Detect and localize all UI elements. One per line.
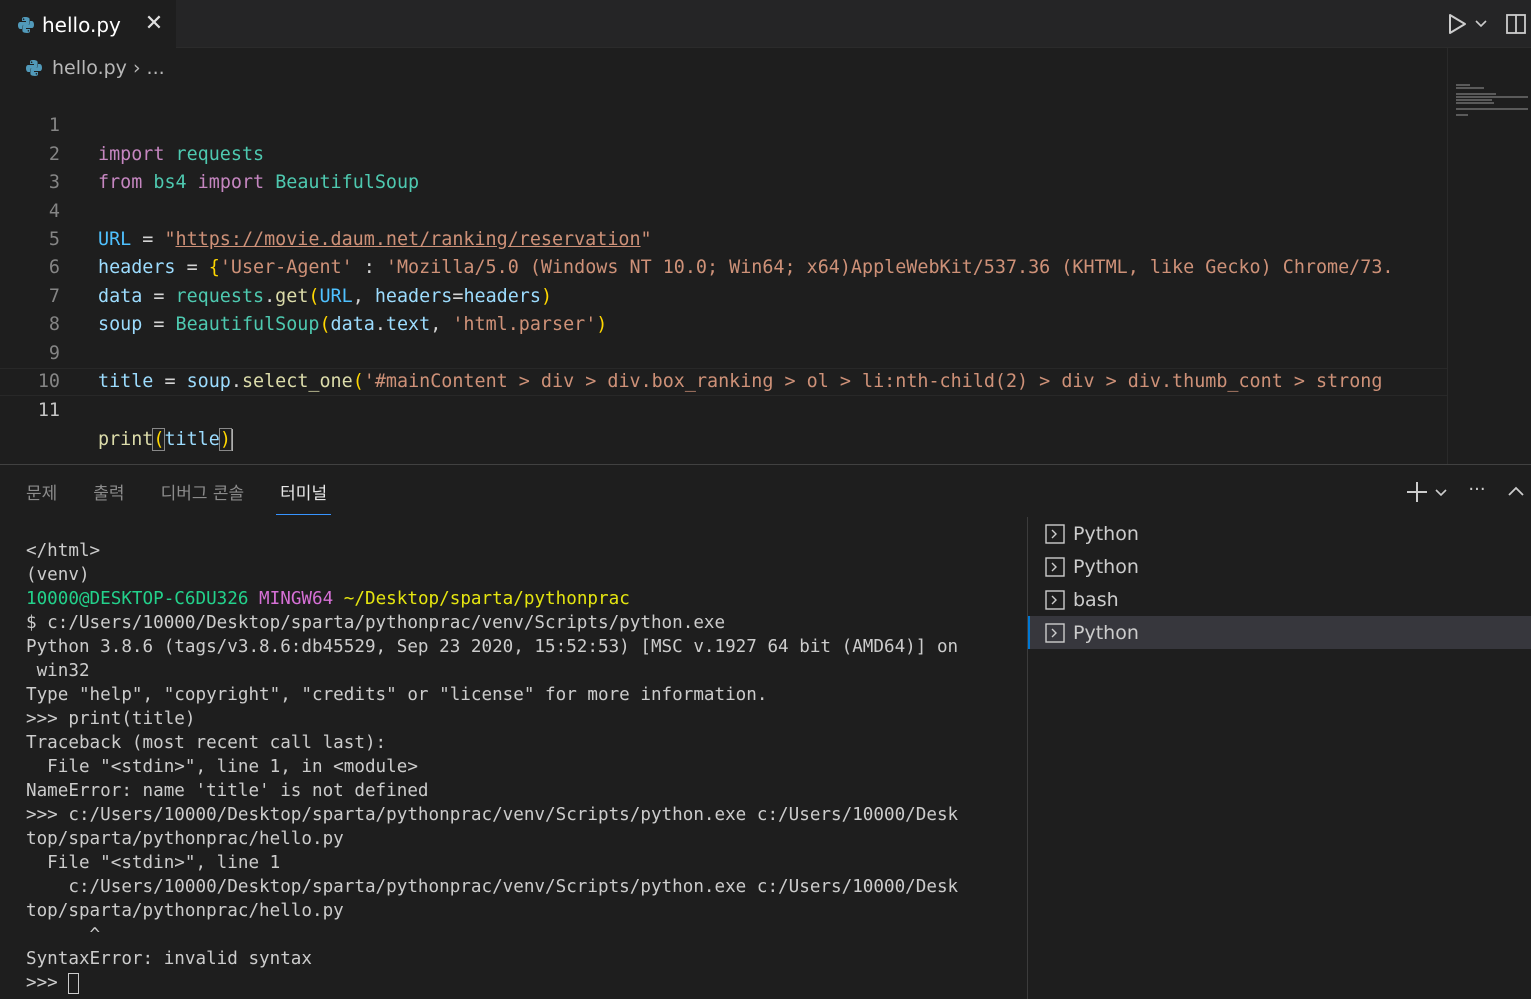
minimap-line [1456,84,1470,86]
terminal-line: win32 [26,661,90,681]
terminal-prompt-line: 10000@DESKTOP-C6DU326 MINGW64 ~/Desktop/… [26,587,1026,611]
code-line-current: 11 print(title) [0,368,1447,451]
function-name: print [98,428,154,450]
terminal-list-item[interactable]: Python [1028,550,1531,583]
chevron-down-icon[interactable] [1472,14,1490,34]
terminal-line: Python 3.8.6 (tags/v3.8.6:db45529, Sep 2… [26,637,959,657]
code-line: 3 [0,141,1447,193]
paren: ( [152,427,166,451]
terminal-line: ^ [26,925,101,945]
terminal-line: Type "help", "copyright", "credits" or "… [26,685,768,705]
terminal-line: Traceback (most recent call last): [26,733,387,753]
bottom-panel: 문제 출력 디버그 콘솔 터미널 ··· </html> (venv) 1000… [0,464,1531,999]
terminal-line: SyntaxError: invalid syntax [26,949,312,969]
minimap-line [1456,108,1528,110]
terminal-line: (venv) [26,565,90,585]
terminal-line: $ c:/Users/10000/Desktop/sparta/pythonpr… [26,613,726,633]
close-icon[interactable]: ✕ [142,10,166,38]
terminal-cursor [68,972,80,994]
variable: title [164,428,220,450]
code-line: 6 data = requests.get(URL, headers=heade… [0,226,1447,306]
terminal-output[interactable]: </html> (venv) 10000@DESKTOP-C6DU326 MIN… [26,539,1026,999]
terminal-line: </html> [26,541,101,561]
terminal-list-label: bash [1073,588,1119,611]
terminal-list-item[interactable]: Python [1028,517,1531,550]
editor-tab-bar: hello.py ✕ [0,0,1531,49]
code-line: 1 import requests [0,84,1447,164]
breadcrumb-more[interactable]: ... [147,57,165,79]
terminal-list: Python Python bash Python [1027,517,1531,999]
split-editor-icon[interactable] [1503,10,1529,38]
paren: ) [218,427,232,451]
plus-icon[interactable] [1404,479,1430,505]
python-icon [16,15,36,35]
python-icon [24,58,44,78]
terminal-icon [1045,589,1065,610]
panel-tabs: 문제 출력 디버그 콘솔 터미널 [26,479,367,515]
tab-title: hello.py [42,12,121,37]
python-prompt: >>> [26,973,69,993]
minimap-line [1456,96,1528,98]
line-number: 11 [37,400,60,422]
code-line: 5 headers = {'User-Agent' : 'Mozilla/5.0… [0,198,1447,278]
code-line: 10 [0,340,1447,392]
code-line: 4 URL = "https://movie.daum.net/ranking/… [0,169,1447,250]
chevron-up-icon[interactable] [1504,479,1528,505]
terminal-line: c:/Users/10000/Desktop/sparta/pythonprac… [26,877,959,897]
breadcrumb: hello.py › ... [24,54,165,82]
minimap-line [1456,99,1492,101]
code-line: 2 from bs4 import BeautifulSoup [0,112,1447,193]
minimap-line [1456,114,1468,116]
tab-terminal[interactable]: 터미널 [276,479,332,515]
code-line: 8 [0,283,1447,335]
terminal-line: File "<stdin>", line 1 [26,853,281,873]
more-icon[interactable]: ··· [1464,479,1490,505]
prompt-path: ~/Desktop/sparta/pythonprac [343,589,630,609]
minimap-line [1456,93,1496,95]
terminal-line: >>> print(title) [26,709,196,729]
terminal-icon [1045,523,1065,544]
terminal-icon [1045,556,1065,577]
tab-hello-py[interactable]: hello.py ✕ [0,0,176,49]
breadcrumb-separator: › [132,57,141,79]
terminal-line: top/sparta/pythonprac/hello.py [26,901,344,921]
terminal-list-label: Python [1073,621,1139,644]
tab-output[interactable]: 출력 [93,479,124,515]
terminal-input-line[interactable]: >>> [26,971,1026,995]
terminal-line: top/sparta/pythonprac/hello.py [26,829,344,849]
play-icon[interactable] [1444,10,1470,38]
terminal-list-item-selected[interactable]: Python [1028,616,1531,649]
minimap-line [1456,102,1494,104]
tab-problems[interactable]: 문제 [26,479,57,515]
text-cursor [230,428,233,451]
code-line: 9 title = soup.select_one('#mainContent … [0,311,1447,392]
breadcrumb-file[interactable]: hello.py [52,57,127,79]
prompt-env: MINGW64 [259,589,334,609]
tab-debug-console[interactable]: 디버그 콘솔 [161,479,245,515]
prompt-user: 10000@DESKTOP-C6DU326 [26,589,249,609]
terminal-line: File "<stdin>", line 1, in <module> [26,757,418,777]
terminal-line: >>> c:/Users/10000/Desktop/sparta/python… [26,805,959,825]
terminal-list-label: Python [1073,555,1139,578]
minimap[interactable] [1447,48,1531,464]
terminal-list-item[interactable]: bash [1028,583,1531,616]
terminal-list-label: Python [1073,522,1139,545]
minimap-line [1456,87,1484,89]
code-line: 7 soup = BeautifulSoup(data.text, 'html.… [0,254,1447,335]
terminal-line: NameError: name 'title' is not defined [26,781,429,801]
terminal-icon [1045,622,1065,643]
code-editor[interactable]: 1 import requests 2 from bs4 import Beau… [0,84,1447,464]
chevron-down-icon[interactable] [1433,484,1449,502]
